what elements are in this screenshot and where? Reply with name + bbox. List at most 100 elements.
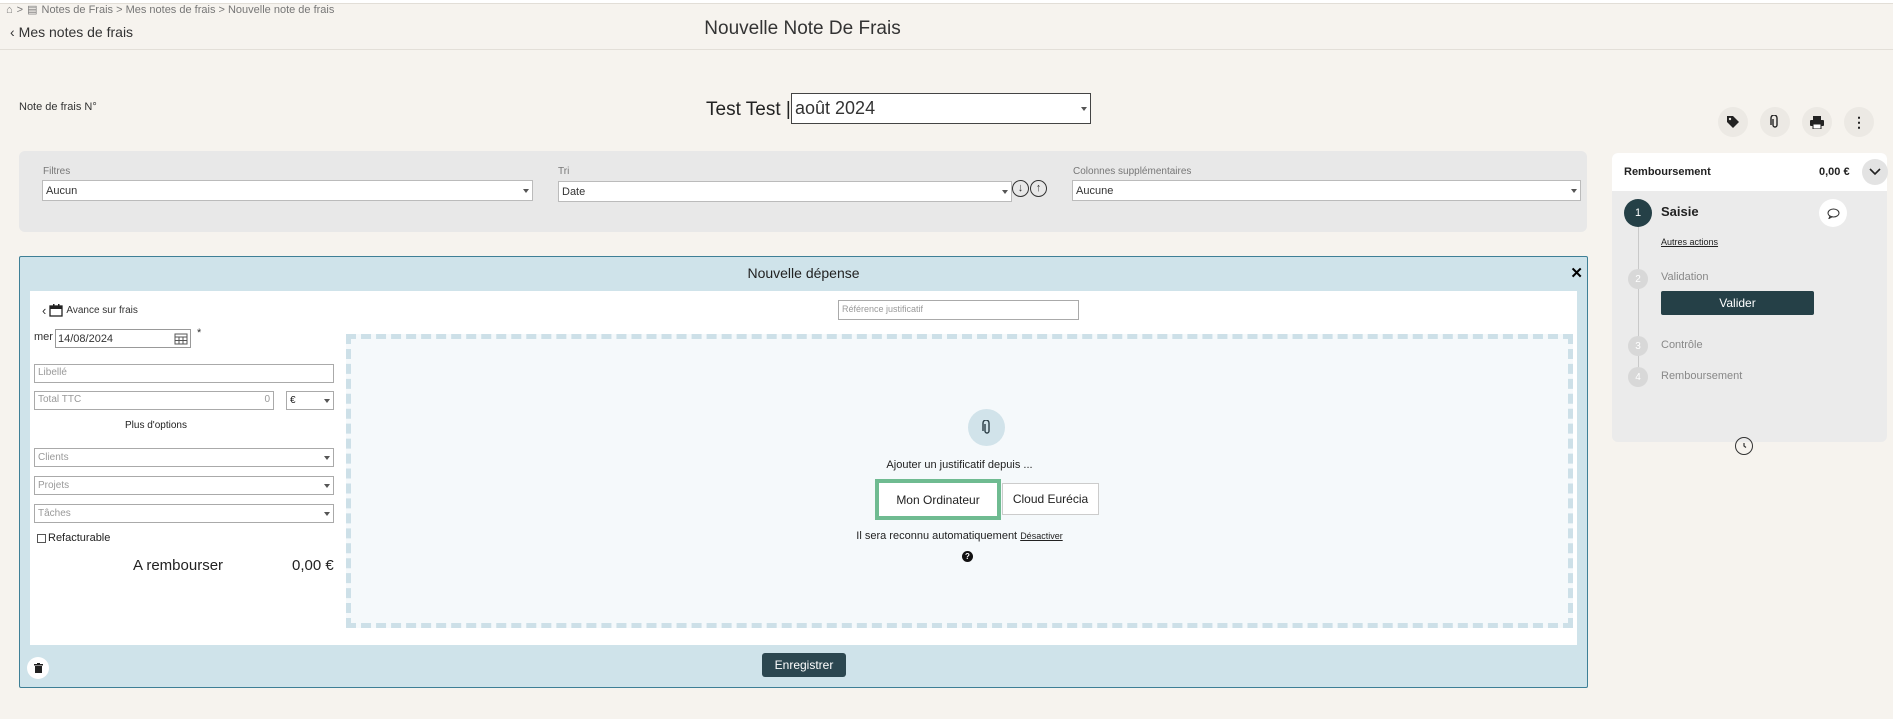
- sort-label: Tri: [558, 166, 570, 177]
- to-reimburse-value: 0,00 €: [292, 557, 334, 574]
- step-4-circle: 4: [1628, 367, 1648, 387]
- step-1-label: Saisie: [1661, 204, 1699, 219]
- my-computer-button[interactable]: Mon Ordinateur: [875, 479, 1001, 520]
- more-vertical-icon: ⋮: [1852, 113, 1866, 130]
- chevron-down-icon: [1869, 168, 1881, 176]
- month-value: août 2024: [795, 98, 876, 118]
- reference-field[interactable]: Référence justificatif: [838, 300, 1079, 320]
- step-3-label: Contrôle: [1661, 339, 1703, 351]
- auto-recognition-text: Il sera reconnu automatiquement: [856, 530, 1018, 542]
- label-field[interactable]: Libellé: [34, 364, 334, 383]
- total-placeholder: Total TTC: [38, 394, 82, 405]
- chevron-down-icon: [324, 398, 330, 403]
- delete-button[interactable]: [27, 657, 49, 679]
- to-reimburse-label: A rembourser: [133, 557, 224, 574]
- step-2-circle: 2: [1628, 269, 1648, 289]
- currency-select[interactable]: €: [286, 391, 334, 410]
- chevron-down-icon: [324, 511, 330, 516]
- refacturable-checkbox[interactable]: [37, 533, 46, 543]
- trash-icon: [33, 663, 43, 673]
- date-value: 14/08/2024: [58, 332, 114, 345]
- reimbursement-title: Remboursement: [1624, 166, 1711, 178]
- note-owner: Test Test |: [706, 99, 791, 120]
- step-3-circle: 3: [1628, 336, 1648, 356]
- clients-placeholder: Clients: [38, 452, 69, 463]
- step-1-circle: 1: [1624, 199, 1652, 227]
- filter-value: Aucun: [46, 184, 78, 197]
- step-4-label: Remboursement: [1661, 370, 1743, 382]
- note-number-label: Note de frais N°: [19, 101, 97, 113]
- new-expense-modal: Nouvelle dépense ✕ ‹ Avance sur frais me…: [19, 256, 1588, 688]
- breadcrumb-path[interactable]: Notes de Frais > Mes notes de frais > No…: [42, 4, 335, 16]
- reimbursement-panel: Remboursement 0,00 € 1 Saisie Autres act…: [1612, 153, 1888, 442]
- print-icon: [1810, 115, 1824, 129]
- tasks-placeholder: Tâches: [38, 508, 71, 519]
- modal-title: Nouvelle dépense: [747, 265, 860, 281]
- columns-select[interactable]: Aucune: [1072, 180, 1581, 201]
- attachment-button[interactable]: [1760, 107, 1790, 137]
- total-value: 0: [264, 394, 270, 405]
- attachment-dropzone[interactable]: Ajouter un justificatif depuis ... Mon O…: [346, 334, 1573, 628]
- help-icon[interactable]: ?: [962, 551, 973, 562]
- columns-value: Aucune: [1076, 184, 1114, 197]
- advance-selector[interactable]: ‹ Avance sur frais: [42, 303, 138, 318]
- filter-panel: Filtres Aucun Tri Date ↓ ↑ Colonnes supp…: [19, 151, 1587, 232]
- other-actions-link[interactable]: Autres actions: [1661, 237, 1718, 247]
- sort-select[interactable]: Date: [558, 181, 1012, 202]
- chevron-down-icon: [324, 455, 330, 460]
- collapse-button[interactable]: [1862, 159, 1888, 185]
- comment-button[interactable]: [1819, 199, 1847, 227]
- currency-value: €: [290, 395, 296, 406]
- comment-icon: [1827, 208, 1839, 219]
- refacturable-option[interactable]: Refacturable: [37, 532, 110, 544]
- projects-select[interactable]: Projets: [34, 476, 334, 495]
- calendar-icon[interactable]: [174, 332, 188, 345]
- filter-select[interactable]: Aucun: [42, 180, 533, 201]
- validate-button[interactable]: Valider: [1661, 291, 1814, 315]
- paperclip-icon: [1770, 115, 1778, 128]
- month-select[interactable]: août 2024: [791, 93, 1091, 124]
- refacturable-label: Refacturable: [48, 532, 111, 544]
- sort-direction: ↓ ↑: [1012, 180, 1047, 197]
- tag-button[interactable]: [1718, 107, 1748, 137]
- step-2-label: Validation: [1661, 271, 1709, 283]
- page-title: Nouvelle Note De Frais: [704, 18, 901, 39]
- more-options-button[interactable]: ⋮: [1844, 107, 1874, 137]
- total-field[interactable]: Total TTC 0: [34, 391, 274, 410]
- sort-value: Date: [562, 185, 586, 198]
- columns-label: Colonnes supplémentaires: [1073, 166, 1192, 177]
- required-mark: *: [197, 327, 202, 339]
- calendar-money-icon: [49, 304, 63, 317]
- chevron-down-icon: [1571, 188, 1577, 193]
- modal-content: ‹ Avance sur frais mer 14/08/2024 * Libe…: [30, 291, 1577, 645]
- breadcrumb: ⌂ > ▤ Notes de Frais > Mes notes de frai…: [6, 3, 335, 17]
- arrow-down-circle-icon[interactable]: ↓: [1012, 180, 1029, 197]
- add-attachment-text: Ajouter un justificatif depuis ...: [886, 459, 1033, 471]
- more-options-link[interactable]: Plus d'options: [125, 420, 187, 431]
- chevron-left-icon: ‹: [42, 303, 47, 318]
- tasks-select[interactable]: Tâches: [34, 504, 334, 523]
- header-divider: [0, 49, 1893, 50]
- history-icon[interactable]: [1735, 437, 1753, 455]
- filter-label: Filtres: [43, 166, 71, 177]
- arrow-up-circle-icon[interactable]: ↑: [1030, 180, 1047, 197]
- tag-icon: [1727, 116, 1739, 128]
- breadcrumb-separator: >: [16, 3, 24, 16]
- auto-recognition-line: Il sera reconnu automatiquement Désactiv…: [351, 530, 1568, 542]
- chevron-down-icon: [1002, 189, 1008, 194]
- home-icon[interactable]: ⌂: [6, 4, 13, 16]
- date-weekday: mer: [34, 331, 53, 343]
- chevron-down-icon: [324, 483, 330, 488]
- chevron-down-icon: [523, 188, 529, 193]
- save-button[interactable]: Enregistrer: [762, 653, 846, 677]
- document-icon: ▤: [27, 4, 38, 16]
- reimbursement-amount: 0,00 €: [1819, 166, 1850, 178]
- close-icon[interactable]: ✕: [1570, 264, 1583, 282]
- print-button[interactable]: [1802, 107, 1832, 137]
- date-field[interactable]: 14/08/2024: [55, 329, 191, 348]
- paperclip-icon: [968, 409, 1005, 446]
- cloud-eurecia-button[interactable]: Cloud Eurécia: [1002, 483, 1099, 515]
- advance-label: Avance sur frais: [66, 305, 138, 316]
- clients-select[interactable]: Clients: [34, 448, 334, 467]
- deactivate-link[interactable]: Désactiver: [1020, 531, 1063, 541]
